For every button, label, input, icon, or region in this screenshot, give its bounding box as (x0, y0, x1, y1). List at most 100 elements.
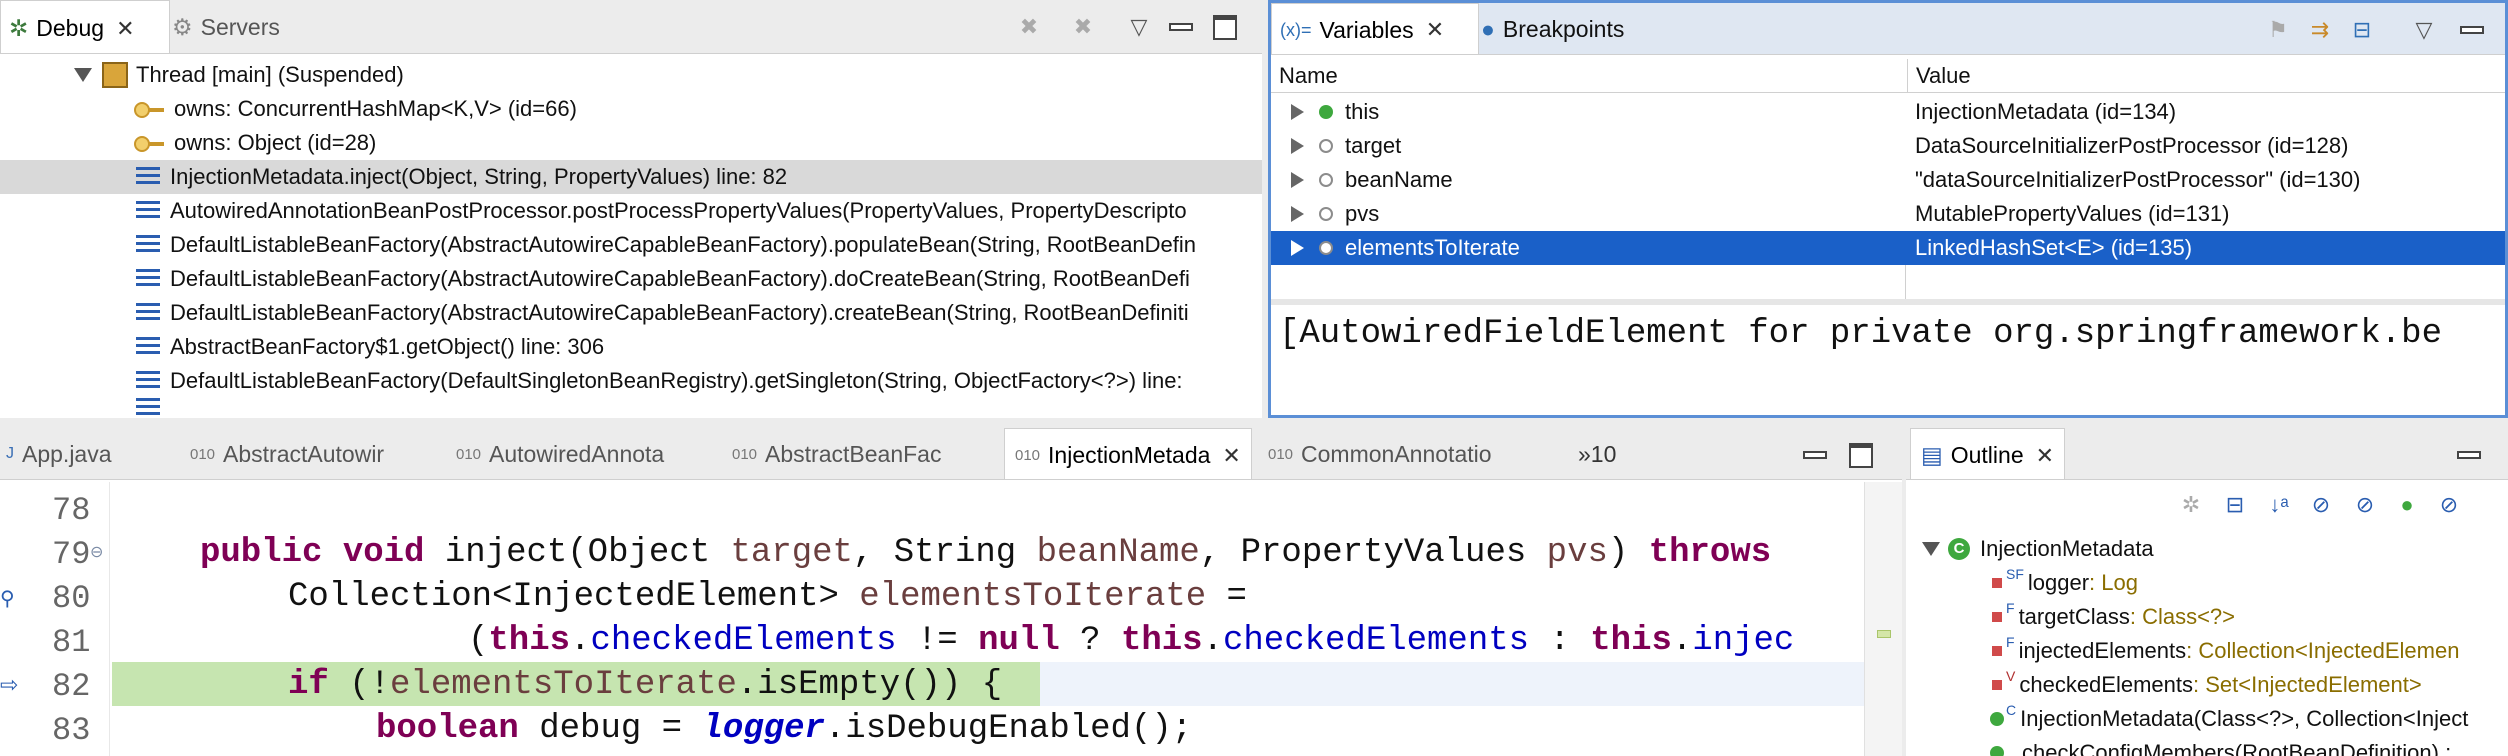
thread-icon (102, 62, 128, 88)
outline-item[interactable]: F injectedElements : Collection<Injected… (1992, 634, 2459, 668)
stack-item[interactable]: owns: Object (id=28) (0, 126, 1262, 160)
key-icon (134, 136, 164, 152)
local-variable-icon (1319, 173, 1333, 187)
remove-all-icon[interactable]: ✖ (1068, 12, 1098, 42)
more-tabs-button[interactable]: »10 (1578, 428, 1617, 479)
outline-item-type: : Class<?> (2129, 604, 2236, 629)
close-icon[interactable]: ✕ (2036, 443, 2054, 469)
variable-row[interactable]: beanName "dataSourceInitializerPostProce… (1271, 163, 2505, 197)
variables-header: Name Value (1271, 59, 2505, 93)
outline-item-name: checkConfigMembers(RootBeanDefinition) : (2022, 740, 2452, 756)
outline-item[interactable]: checkConfigMembers(RootBeanDefinition) : (1990, 736, 2451, 756)
java-file-icon: J (6, 445, 14, 462)
minimize-icon[interactable] (2457, 15, 2487, 45)
detail-pane[interactable]: [AutowiredFieldElement for private org.s… (1279, 315, 2442, 353)
stack-frame-label: DefaultListableBeanFactory(AbstractAutow… (170, 232, 1197, 257)
outline-item[interactable]: C InjectionMetadata(Class<?>, Collection… (1990, 702, 2468, 736)
minimize-icon[interactable] (1166, 12, 1196, 42)
collapse-all-icon[interactable]: ⊟ (2347, 15, 2377, 45)
focus-icon[interactable]: ✲ (2176, 490, 2206, 520)
close-icon[interactable]: ✕ (1222, 443, 1240, 469)
stack-frame-label: AbstractBeanFactory$1.getObject() line: … (170, 334, 605, 359)
column-name-header[interactable]: Name (1279, 63, 1338, 89)
minimize-icon[interactable] (2454, 440, 2484, 470)
stack-frame[interactable]: AutowiredAnnotationBeanPostProcessor.pos… (0, 194, 1262, 228)
variables-icon: (x)= (1280, 19, 1312, 40)
variable-row[interactable]: pvs MutablePropertyValues (id=131) (1271, 197, 2505, 231)
column-value-header[interactable]: Value (1907, 59, 1971, 93)
stack-frame-icon (136, 235, 160, 255)
thread-row[interactable]: Thread [main] (Suspended) (0, 58, 1262, 92)
tab-variables[interactable]: (x)= Variables ✕ (1271, 3, 1479, 54)
expand-icon[interactable] (1291, 240, 1304, 256)
stack-item[interactable]: owns: ConcurrentHashMap<K,V> (id=66) (0, 92, 1262, 126)
hide-static-icon[interactable]: ⊘ (2350, 490, 2380, 520)
view-menu-icon[interactable]: ▽ (1124, 12, 1154, 42)
hide-local-types-icon[interactable]: ⊘ (2434, 490, 2464, 520)
variable-name: this (1345, 99, 1380, 124)
code-line-82: if (!elementsToIterate.isEmpty()) { (288, 666, 1003, 704)
tab-servers[interactable]: ⚙ Servers (172, 0, 280, 53)
expand-icon[interactable] (1291, 172, 1304, 188)
editor-tab[interactable]: 010 CommonAnnotatio (1268, 428, 1492, 479)
stack-frame-label: InjectionMetadata.inject(Object, String,… (170, 164, 788, 189)
close-icon[interactable]: ✕ (1426, 17, 1444, 43)
stack-frame[interactable]: DefaultListableBeanFactory(DefaultSingle… (0, 364, 1262, 398)
variable-row[interactable]: this InjectionMetadata (id=134) (1271, 95, 2505, 129)
debug-tabbar: ✲ Debug ✕ ⚙ Servers ✖ ✖ ▽ (0, 0, 1262, 54)
line-number: 82 (52, 668, 91, 705)
editor-tab-active[interactable]: 010 InjectionMetada ✕ (1004, 428, 1252, 479)
tab-servers-label: Servers (200, 13, 280, 40)
stack-frame-selected[interactable]: InjectionMetadata.inject(Object, String,… (0, 160, 1262, 194)
outline-item[interactable]: F targetClass : Class<?> (1992, 600, 2235, 634)
remove-launches-icon[interactable]: ✖ (1014, 12, 1044, 42)
expand-icon[interactable] (1291, 206, 1304, 222)
close-icon[interactable]: ✕ (116, 16, 134, 42)
stack-frame[interactable]: DefaultListableBeanFactory(AbstractAutow… (0, 296, 1262, 330)
private-field-icon (1992, 646, 2002, 656)
collapse-all-icon[interactable]: ⊟ (2220, 490, 2250, 520)
show-logical-structure-icon[interactable]: ⇉ (2305, 15, 2335, 45)
local-variable-icon (1319, 139, 1333, 153)
breakpoint-icon[interactable]: ⚲ (0, 586, 15, 611)
stack-item-label: owns: ConcurrentHashMap<K,V> (id=66) (174, 96, 577, 121)
expand-icon[interactable] (74, 68, 92, 82)
outline-item[interactable]: SF logger : Log (1992, 566, 2138, 600)
stack-frame[interactable]: AbstractBeanFactory$1.getObject() line: … (0, 330, 1262, 364)
maximize-icon[interactable] (1210, 12, 1240, 42)
outline-item[interactable]: V checkedElements : Set<InjectedElement> (1992, 668, 2422, 702)
editor-tab[interactable]: 010 AbstractAutowir (190, 428, 384, 479)
expand-icon[interactable] (1922, 542, 1940, 556)
outline-tabbar: ▤ Outline ✕ (1906, 428, 2508, 480)
outline-view: ▤ Outline ✕ ✲ ⊟ ↓ᵃ ⊘ ⊘ ● ⊘ C InjectionMe… (1906, 428, 2508, 756)
editor-tab[interactable]: 010 AutowiredAnnota (456, 428, 664, 479)
outline-root[interactable]: C InjectionMetadata (1922, 532, 2154, 566)
expand-icon[interactable] (1291, 104, 1304, 120)
stack-frame[interactable]: DefaultListableBeanFactory(AbstractAutow… (0, 228, 1262, 262)
stack-frame-icon (136, 167, 160, 187)
expand-icon[interactable] (1291, 138, 1304, 154)
fold-icon[interactable]: ⊖ (90, 542, 103, 562)
editor-tab[interactable]: J App.java (0, 428, 112, 479)
maximize-icon[interactable] (1846, 440, 1876, 470)
show-type-names-icon[interactable]: ⚑ (2263, 15, 2293, 45)
hide-nonpublic-icon[interactable]: ● (2392, 490, 2422, 520)
hide-fields-icon[interactable]: ⊘ (2306, 490, 2336, 520)
stack-frame-clipped (0, 398, 1262, 418)
more-tabs-label: »10 (1578, 440, 1617, 467)
tab-outline[interactable]: ▤ Outline ✕ (1910, 428, 2066, 479)
tab-breakpoints[interactable]: ● Breakpoints (1481, 3, 1624, 54)
variable-row[interactable]: target DataSourceInitializerPostProcesso… (1271, 129, 2505, 163)
editor-tab[interactable]: 010 AbstractBeanFac (732, 428, 941, 479)
sort-icon[interactable]: ↓ᵃ (2264, 490, 2294, 520)
detail-pane-sash[interactable] (1271, 299, 2505, 305)
outline-item-name: injectedElements (2018, 638, 2187, 663)
variable-row-selected[interactable]: elementsToIterate LinkedHashSet<E> (id=1… (1271, 231, 2505, 265)
editor-area: J App.java 010 AbstractAutowir 010 Autow… (0, 428, 1902, 756)
view-menu-icon[interactable]: ▽ (2409, 15, 2439, 45)
minimize-icon[interactable] (1800, 440, 1830, 470)
tab-debug[interactable]: ✲ Debug ✕ (0, 0, 170, 53)
ruler-marker[interactable] (1877, 630, 1891, 638)
variable-name: beanName (1345, 167, 1453, 192)
stack-frame[interactable]: DefaultListableBeanFactory(AbstractAutow… (0, 262, 1262, 296)
